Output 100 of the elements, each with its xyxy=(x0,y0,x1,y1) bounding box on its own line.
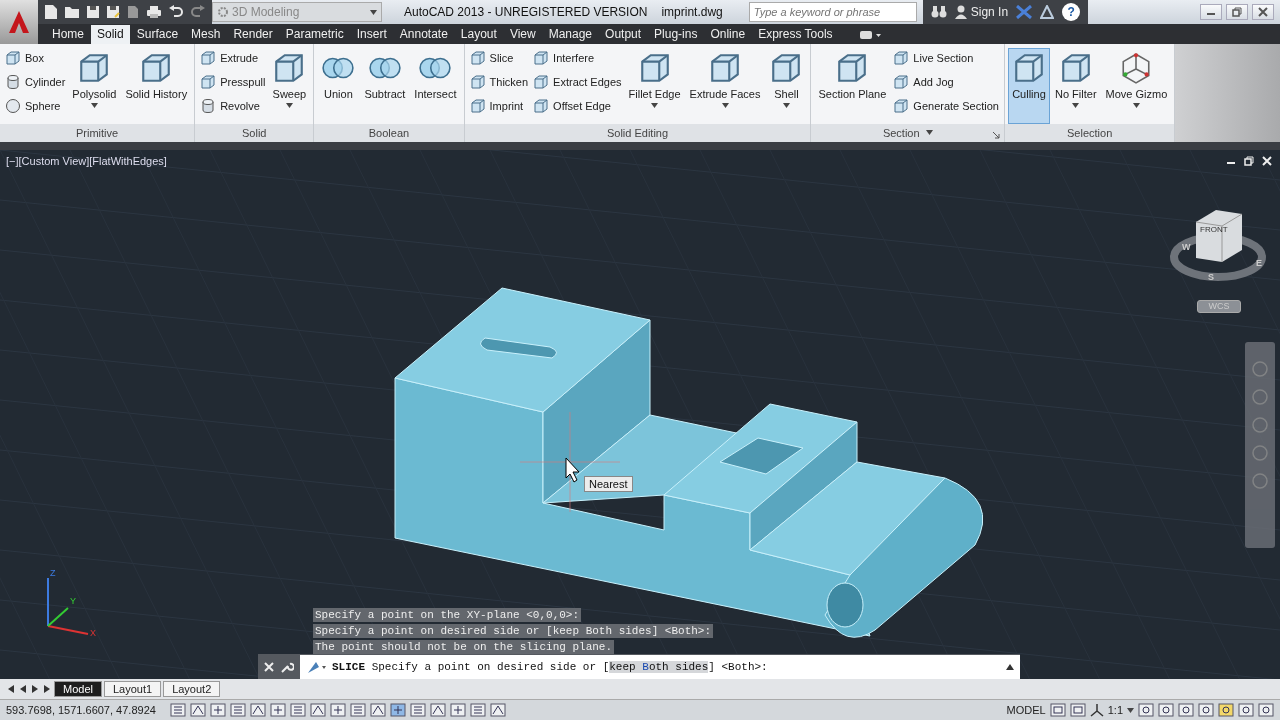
quick-access-button[interactable] xyxy=(64,5,80,19)
ribbon-tab[interactable]: View xyxy=(503,25,542,44)
ribbon-tool[interactable]: Thicken xyxy=(467,72,531,92)
status-toggle-button[interactable] xyxy=(190,703,206,717)
status-toggle-button[interactable] xyxy=(470,703,486,717)
status-toggle-button[interactable] xyxy=(410,703,426,717)
ribbon-tab[interactable]: Mesh xyxy=(185,25,227,44)
status-toggle-button[interactable] xyxy=(1198,703,1214,717)
status-toggle-button[interactable] xyxy=(1178,703,1194,717)
status-toggle-button[interactable] xyxy=(230,703,246,717)
status-toggle-button[interactable] xyxy=(1258,703,1274,717)
status-toggle-button[interactable] xyxy=(1069,703,1086,717)
status-toggle-button[interactable] xyxy=(330,703,346,717)
ribbon-tool[interactable]: Box xyxy=(3,48,68,68)
quick-access-button[interactable] xyxy=(168,5,184,19)
ribbon-tab[interactable]: Output xyxy=(599,25,648,44)
ribbon-tab[interactable]: Online xyxy=(704,25,752,44)
ribbon-tool[interactable]: Solid History xyxy=(121,48,192,124)
ribbon-tool[interactable]: Polysolid xyxy=(68,48,121,124)
minimize-button[interactable] xyxy=(1200,4,1222,20)
ribbon-tool[interactable]: Revolve xyxy=(198,96,268,116)
close-button[interactable] xyxy=(1252,4,1274,20)
drawing-area[interactable] xyxy=(0,141,1280,680)
tab-scroll-button[interactable] xyxy=(42,684,52,695)
ribbon-tab[interactable]: Solid xyxy=(91,25,130,44)
ribbon-tab[interactable]: Parametric xyxy=(279,25,350,44)
exchange-icon[interactable] xyxy=(1016,5,1033,19)
ribbon-tab[interactable]: Express Tools xyxy=(752,25,839,44)
dialog-launcher-button[interactable] xyxy=(993,131,1000,139)
ribbon-tool[interactable]: Sweep xyxy=(268,48,311,124)
ribbon-tab[interactable]: Insert xyxy=(350,25,393,44)
ribbon-tab[interactable]: Layout xyxy=(454,25,503,44)
ribbon-tab[interactable]: Render xyxy=(227,25,279,44)
close-icon[interactable] xyxy=(1258,7,1268,17)
ribbon-tool[interactable]: Interfere xyxy=(531,48,624,68)
status-toggle-button[interactable] xyxy=(210,703,226,717)
ribbon-tab[interactable]: Surface xyxy=(130,25,185,44)
ribbon-tool[interactable]: Extrude Faces xyxy=(685,48,765,124)
tab-scroll-button[interactable] xyxy=(30,684,40,695)
ribbon-tab[interactable]: Annotate xyxy=(393,25,454,44)
ribbon-tool[interactable]: Extrude xyxy=(198,48,268,68)
sheet-tab[interactable]: Model xyxy=(54,681,102,698)
status-toggle-button[interactable] xyxy=(290,703,306,717)
ribbon-tool[interactable]: Move Gizmo xyxy=(1101,48,1172,124)
ribbon-tool[interactable]: Presspull xyxy=(198,72,268,92)
up-arrow-icon[interactable] xyxy=(1006,663,1014,670)
restore-icon[interactable] xyxy=(1232,7,1242,17)
sheet-tab[interactable]: Layout2 xyxy=(163,681,221,698)
ribbon-tool[interactable]: Add Jog xyxy=(891,72,1001,92)
viewcube-face-label[interactable]: FRONT xyxy=(1200,224,1228,234)
ribbon-tool[interactable]: No Filter xyxy=(1051,48,1101,124)
quick-access-button[interactable] xyxy=(126,5,140,19)
quick-access-button[interactable] xyxy=(106,5,120,19)
status-toggle-button[interactable] xyxy=(250,703,266,717)
binoculars-icon[interactable] xyxy=(930,5,947,19)
status-toggle-button[interactable] xyxy=(350,703,366,717)
ribbon-tool[interactable]: Live Section xyxy=(891,48,1001,68)
restore-button[interactable] xyxy=(1226,4,1248,20)
sheet-tab[interactable]: Layout1 xyxy=(103,681,162,698)
quick-access-button[interactable] xyxy=(146,5,162,19)
command-input-field[interactable]: SLICE Specify a point on desired side or [keep Both sides] <Both>: xyxy=(300,654,1020,679)
tab-scroll-button[interactable] xyxy=(6,684,16,695)
status-toggle-button[interactable] xyxy=(270,703,286,717)
triangle-icon[interactable] xyxy=(1040,5,1055,19)
quick-access-button[interactable] xyxy=(44,4,58,20)
scale-label[interactable]: 1:1 xyxy=(1107,704,1123,716)
ribbon-tool[interactable]: Shell xyxy=(765,48,808,124)
status-toggle-button[interactable] xyxy=(1158,703,1174,717)
ribbon-tab[interactable]: Plug-ins xyxy=(648,25,704,44)
ribbon-tool[interactable]: Union xyxy=(317,48,360,124)
ribbon-tool[interactable]: Cylinder xyxy=(3,72,68,92)
status-toggle-button[interactable] xyxy=(390,703,406,717)
status-toggle-button[interactable] xyxy=(1238,703,1254,717)
status-toggle-button[interactable] xyxy=(170,703,186,717)
viewport-close-icon[interactable] xyxy=(1262,155,1272,166)
status-toggle-button[interactable] xyxy=(310,703,326,717)
ribbon-tool[interactable]: Offset Edge xyxy=(531,96,624,116)
status-toggle-button[interactable] xyxy=(450,703,466,717)
status-toggle-button[interactable] xyxy=(430,703,446,717)
ribbon-tool[interactable]: Generate Section xyxy=(891,96,1001,116)
ribbon-tool[interactable]: Subtract xyxy=(360,48,410,124)
ribbon-tool[interactable]: Intersect xyxy=(410,48,461,124)
status-toggle-button[interactable] xyxy=(1049,703,1066,717)
ribbon-tool[interactable]: Culling xyxy=(1008,48,1050,124)
status-toggle-button[interactable] xyxy=(490,703,506,717)
sign-in-button[interactable]: Sign In xyxy=(954,5,1009,19)
search-field[interactable]: Type a keyword or phrase xyxy=(748,2,917,22)
ribbon-tool[interactable]: Fillet Edge xyxy=(624,48,685,124)
space-label[interactable]: MODEL xyxy=(1006,704,1046,716)
viewport-restore-icon[interactable] xyxy=(1244,155,1254,166)
quick-access-button[interactable] xyxy=(86,5,100,19)
ribbon-tool[interactable]: Sphere xyxy=(3,96,68,116)
ribbon-tool[interactable]: Section Plane xyxy=(814,48,891,124)
help-button[interactable]: ? xyxy=(1062,3,1081,21)
tab-scroll-button[interactable] xyxy=(18,684,28,695)
viewport-label[interactable]: [−][Custom View][FlatWithEdges] xyxy=(6,154,167,167)
ribbon-tab[interactable]: Home xyxy=(46,25,90,44)
ribbon-tool[interactable]: Imprint xyxy=(467,96,531,116)
ribbon-tool[interactable]: Slice xyxy=(467,48,531,68)
status-toggle-button[interactable] xyxy=(1218,703,1234,717)
